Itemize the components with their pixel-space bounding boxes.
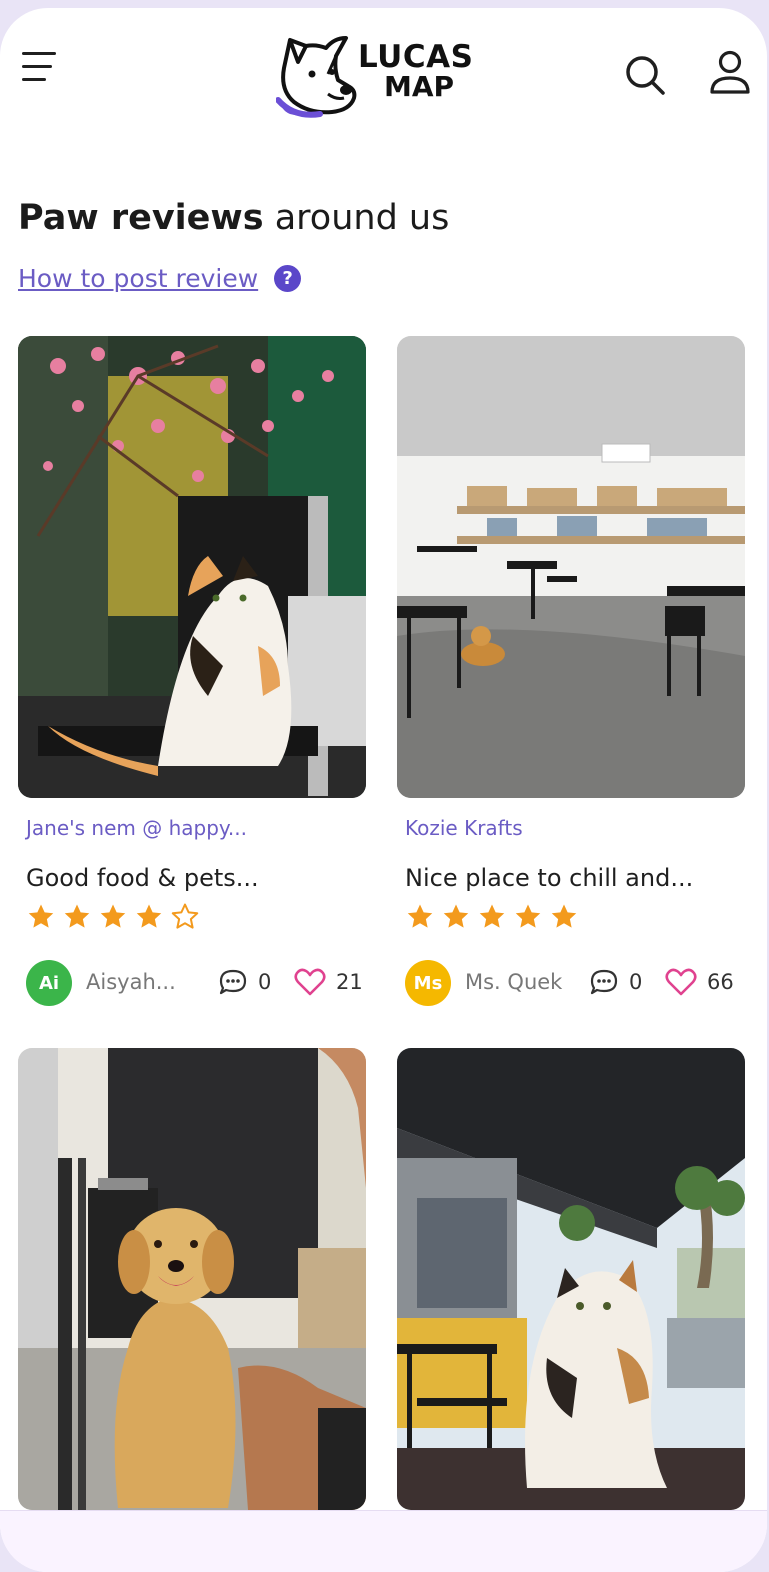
- star-empty-icon: [171, 903, 199, 929]
- like-count: 66: [707, 970, 734, 994]
- dog-logo-icon: [276, 36, 357, 118]
- golden-retriever-photo: [18, 1048, 366, 1510]
- help-question-icon[interactable]: ?: [274, 265, 302, 292]
- review-photo[interactable]: [397, 1048, 745, 1510]
- comment-bubble-icon: [219, 969, 247, 995]
- comment-count: 0: [629, 970, 643, 994]
- bottom-bar: [0, 1510, 767, 1572]
- app-screen: LUCAS MAP Paw reviews around us How to p…: [0, 8, 767, 1572]
- comments-button[interactable]: 0: [589, 968, 642, 996]
- logo-line-2: MAP: [384, 70, 455, 103]
- author-name[interactable]: Ms. Quek: [465, 970, 562, 994]
- like-count: 21: [336, 970, 363, 994]
- star-filled-icon: [100, 904, 126, 928]
- cafe-interior-photo: [397, 336, 745, 798]
- place-name-link[interactable]: Jane's nem @ happy...: [26, 816, 247, 840]
- like-button[interactable]: 21: [294, 968, 363, 996]
- review-title[interactable]: Good food & pets...: [26, 864, 259, 892]
- comments-button[interactable]: 0: [218, 968, 271, 996]
- street-cat-photo: [397, 1048, 745, 1510]
- avatar[interactable]: Ai: [26, 960, 72, 1006]
- calico-cat-photo: [18, 336, 366, 798]
- like-button[interactable]: 66: [665, 968, 734, 996]
- review-photo[interactable]: [397, 336, 745, 798]
- page-title-bold: Paw reviews: [18, 198, 264, 238]
- star-rating: [26, 902, 200, 932]
- star-filled-icon: [407, 904, 433, 928]
- author-name[interactable]: Aisyah...: [86, 970, 176, 994]
- page-title-light: around us: [274, 198, 450, 238]
- star-filled-icon: [28, 904, 54, 928]
- review-photo[interactable]: [18, 336, 366, 798]
- hamburger-menu-icon[interactable]: [22, 50, 62, 84]
- search-icon: [626, 56, 665, 95]
- profile-button[interactable]: [706, 50, 754, 96]
- avatar[interactable]: Ms: [405, 960, 451, 1006]
- review-meta: Ms Ms. Quek 0 66: [405, 958, 737, 1006]
- heart-icon: [665, 968, 697, 996]
- logo-line-1: LUCAS: [358, 39, 474, 75]
- top-app-bar: LUCAS MAP: [0, 8, 767, 138]
- star-filled-icon: [515, 904, 541, 928]
- place-name-link[interactable]: Kozie Krafts: [405, 816, 523, 840]
- star-filled-icon: [443, 904, 469, 928]
- star-filled-icon: [64, 904, 90, 928]
- page-title: Paw reviews around us: [18, 198, 449, 238]
- heart-icon: [294, 968, 326, 996]
- how-to-post-review-link[interactable]: How to post review: [18, 264, 258, 293]
- star-filled-icon: [479, 904, 505, 928]
- lucas-map-logo[interactable]: LUCAS MAP: [276, 28, 496, 118]
- review-title[interactable]: Nice place to chill and...: [405, 864, 693, 892]
- star-filled-icon: [136, 904, 162, 928]
- star-rating: [405, 902, 579, 932]
- review-photo[interactable]: [18, 1048, 366, 1510]
- comment-count: 0: [258, 970, 272, 994]
- logo-wordmark: LUCAS MAP: [358, 42, 473, 102]
- search-button[interactable]: [624, 54, 666, 96]
- howto-row: How to post review ?: [18, 264, 302, 293]
- review-meta: Ai Aisyah... 0 21: [26, 958, 363, 1006]
- star-filled-icon: [551, 904, 577, 928]
- comment-bubble-icon: [590, 969, 618, 995]
- user-profile-icon: [710, 50, 750, 94]
